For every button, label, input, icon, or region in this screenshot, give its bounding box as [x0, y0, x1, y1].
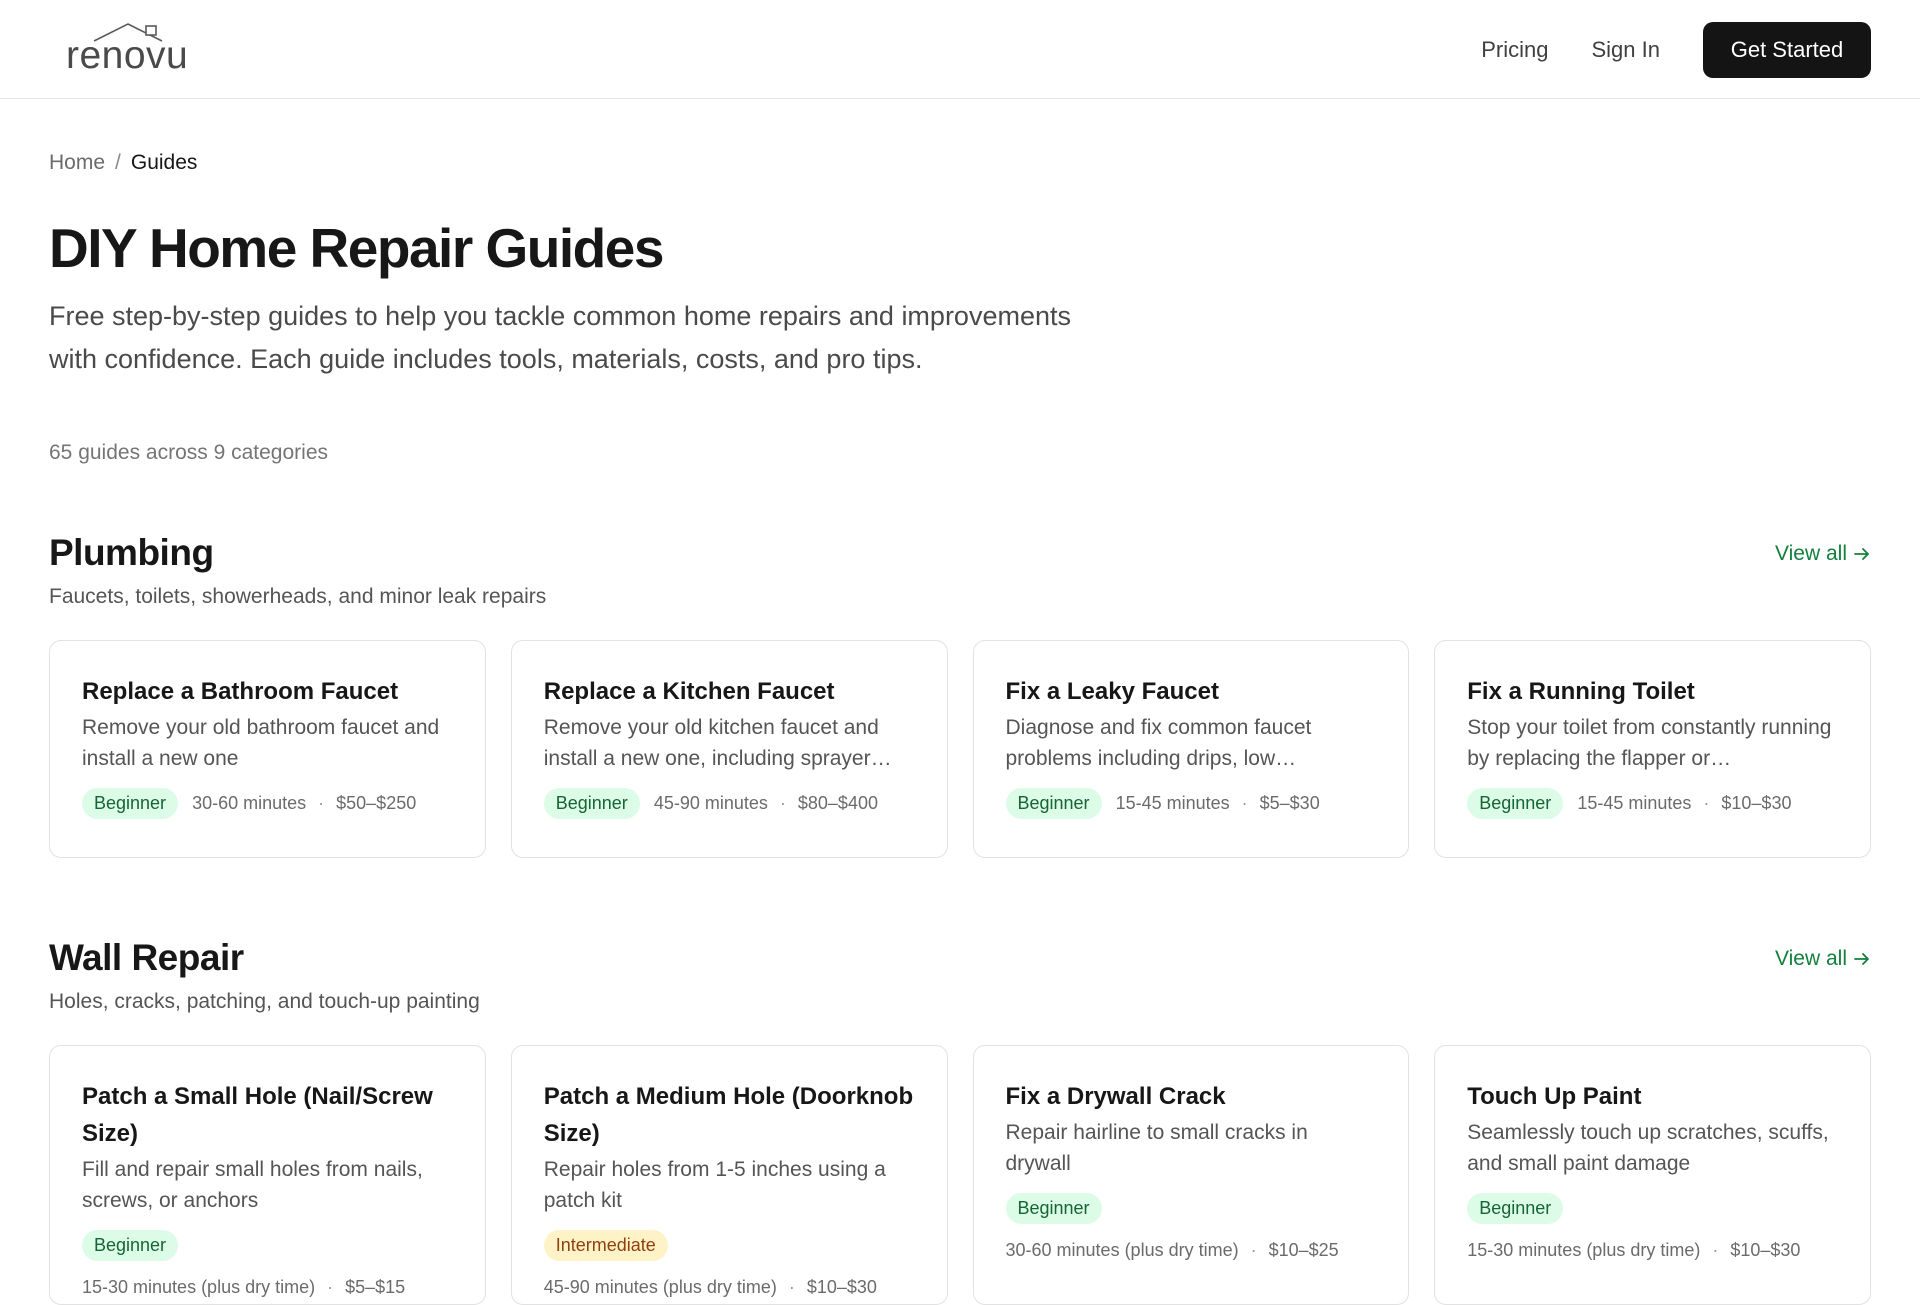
guide-card-description: Repair holes from 1-5 inches using a pat…	[543, 1158, 886, 1212]
meta-separator: ·	[1712, 1240, 1719, 1260]
meta-separator: ·	[788, 1277, 795, 1297]
meta-separator: ·	[1703, 793, 1710, 813]
difficulty-badge: Beginner	[1467, 788, 1564, 819]
guide-cost: $80–$400	[797, 793, 878, 813]
guide-time: 30-60 minutes (plus dry time)	[1005, 1240, 1239, 1260]
difficulty-badge: Beginner	[543, 788, 640, 819]
guide-card-meta: Beginner 15-30 minutes (plus dry time) ·…	[1467, 1193, 1838, 1261]
guide-card[interactable]: Fix a Leaky Faucet Diagnose and fix comm…	[972, 640, 1410, 858]
guide-card-meta: Beginner 30-60 minutes (plus dry time) ·…	[1005, 1193, 1377, 1261]
guides-count: 65 guides across 9 categories	[49, 441, 328, 464]
guide-card-title: Patch a Medium Hole (Doorknob Size)	[543, 1083, 914, 1147]
section-subtitle: Holes, cracks, patching, and touch-up pa…	[49, 990, 480, 1013]
site-header: renovu Pricing Sign In Get Started	[0, 0, 1920, 99]
difficulty-badge: Beginner	[82, 1230, 179, 1261]
guide-cost: $5–$30	[1259, 793, 1320, 813]
guide-card-description: Fill and repair small holes from nails, …	[82, 1158, 423, 1212]
nav-pricing-link[interactable]: Pricing	[1481, 37, 1548, 63]
section-subtitle: Faucets, toilets, showerheads, and minor…	[49, 585, 547, 608]
guide-card[interactable]: Patch a Small Hole (Nail/Screw Size) Fil…	[49, 1045, 486, 1305]
guide-meta-line: 15-30 minutes (plus dry time) · $10–$30	[1467, 1240, 1838, 1261]
guide-card-meta: Intermediate 45-90 minutes (plus dry tim…	[543, 1230, 915, 1298]
view-all-label: View all	[1775, 947, 1847, 970]
meta-separator: ·	[1241, 793, 1248, 813]
logo[interactable]: renovu	[66, 22, 190, 78]
view-all-plumbing-link[interactable]: View all	[1775, 542, 1871, 566]
guide-card-description: Remove your old kitchen faucet and insta…	[543, 716, 892, 770]
guide-time: 15-30 minutes (plus dry time)	[1467, 1240, 1701, 1260]
guide-card-title: Fix a Drywall Crack	[1005, 1083, 1226, 1110]
difficulty-badge: Beginner	[1005, 788, 1102, 819]
page-intro: Free step-by-step guides to help you tac…	[49, 301, 1071, 374]
section-title: Plumbing	[49, 532, 214, 573]
guide-meta-line: 45-90 minutes (plus dry time) · $10–$30	[544, 1277, 915, 1298]
nav-sign-in-link[interactable]: Sign In	[1592, 37, 1661, 63]
guide-card[interactable]: Replace a Bathroom Faucet Remove your ol…	[49, 640, 486, 858]
guide-card[interactable]: Replace a Kitchen Faucet Remove your old…	[510, 640, 948, 858]
arrow-right-icon	[1854, 953, 1869, 965]
guide-card-title: Patch a Small Hole (Nail/Screw Size)	[82, 1083, 433, 1147]
guide-cost: $10–$30	[806, 1277, 877, 1297]
guide-card-title: Replace a Bathroom Faucet	[82, 678, 399, 705]
guide-card-description: Seamlessly touch up scratches, scuffs, a…	[1467, 1121, 1829, 1175]
guide-card-title: Fix a Running Toilet	[1467, 678, 1695, 705]
guide-card[interactable]: Fix a Drywall Crack Repair hairline to s…	[972, 1045, 1410, 1305]
guide-card-description: Diagnose and fix common faucet problems …	[1005, 716, 1312, 770]
guide-time: 15-45 minutes	[1115, 793, 1230, 813]
guide-time: 15-30 minutes (plus dry time)	[82, 1277, 316, 1297]
top-nav: Pricing Sign In Get Started	[1481, 22, 1871, 78]
meta-separator: ·	[1250, 1240, 1257, 1260]
guide-card[interactable]: Fix a Running Toilet Stop your toilet fr…	[1434, 640, 1871, 858]
guide-time: 45-90 minutes (plus dry time)	[543, 1277, 777, 1297]
breadcrumb-home-link[interactable]: Home	[49, 151, 105, 175]
guide-card-meta: Beginner 45-90 minutes · $80–$400	[543, 788, 915, 819]
guide-card-description: Remove your old bathroom faucet and inst…	[82, 716, 440, 770]
breadcrumb-current: Guides	[130, 151, 198, 174]
page-title: DIY Home Repair Guides	[49, 217, 664, 279]
meta-separator: ·	[318, 793, 325, 813]
section-title: Wall Repair	[49, 937, 244, 978]
guide-meta-line: 15-30 minutes (plus dry time) · $5–$15	[82, 1277, 453, 1298]
breadcrumb-separator: /	[115, 151, 121, 174]
guide-card-meta: Beginner 30-60 minutes · $50–$250	[82, 788, 453, 819]
guide-meta-line: 30-60 minutes (plus dry time) · $10–$25	[1006, 1240, 1377, 1261]
guide-card-title: Touch Up Paint	[1467, 1083, 1642, 1110]
difficulty-badge: Beginner	[1005, 1193, 1102, 1224]
breadcrumb: Home / Guides	[49, 151, 197, 175]
guide-card-meta: Beginner 15-45 minutes · $5–$30	[1005, 788, 1377, 819]
guide-cost: $10–$30	[1730, 1240, 1801, 1260]
meta-separator: ·	[327, 1277, 334, 1297]
view-all-wall-repair-link[interactable]: View all	[1775, 947, 1871, 971]
view-all-label: View all	[1775, 542, 1847, 565]
guide-cost: $50–$250	[336, 793, 417, 813]
guide-card-description: Repair hairline to small cracks in drywa…	[1005, 1121, 1308, 1175]
arrow-right-icon	[1854, 548, 1869, 560]
guide-card-meta: Beginner 15-30 minutes (plus dry time) ·…	[82, 1230, 453, 1298]
guide-time: 15-45 minutes	[1577, 793, 1692, 813]
guide-card-title: Fix a Leaky Faucet	[1005, 678, 1219, 705]
guide-cost: $5–$15	[345, 1277, 406, 1297]
guide-cost: $10–$30	[1721, 793, 1792, 813]
guide-card-description: Stop your toilet from constantly running…	[1467, 716, 1832, 770]
difficulty-badge: Beginner	[82, 788, 179, 819]
logo-text: renovu	[66, 34, 189, 77]
difficulty-badge: Beginner	[1467, 1193, 1564, 1224]
difficulty-badge: Intermediate	[543, 1230, 668, 1261]
get-started-button[interactable]: Get Started	[1703, 22, 1871, 78]
guide-card[interactable]: Touch Up Paint Seamlessly touch up scrat…	[1434, 1045, 1871, 1305]
guide-card-title: Replace a Kitchen Faucet	[543, 678, 835, 705]
guide-time: 45-90 minutes	[653, 793, 768, 813]
guide-time: 30-60 minutes	[192, 793, 307, 813]
guide-card[interactable]: Patch a Medium Hole (Doorknob Size) Repa…	[510, 1045, 948, 1305]
guide-card-list: Replace a Bathroom Faucet Remove your ol…	[49, 640, 1871, 858]
guide-card-meta: Beginner 15-45 minutes · $10–$30	[1467, 788, 1838, 819]
guide-card-list: Patch a Small Hole (Nail/Screw Size) Fil…	[49, 1045, 1871, 1305]
guide-cost: $10–$25	[1268, 1240, 1339, 1260]
meta-separator: ·	[779, 793, 786, 813]
